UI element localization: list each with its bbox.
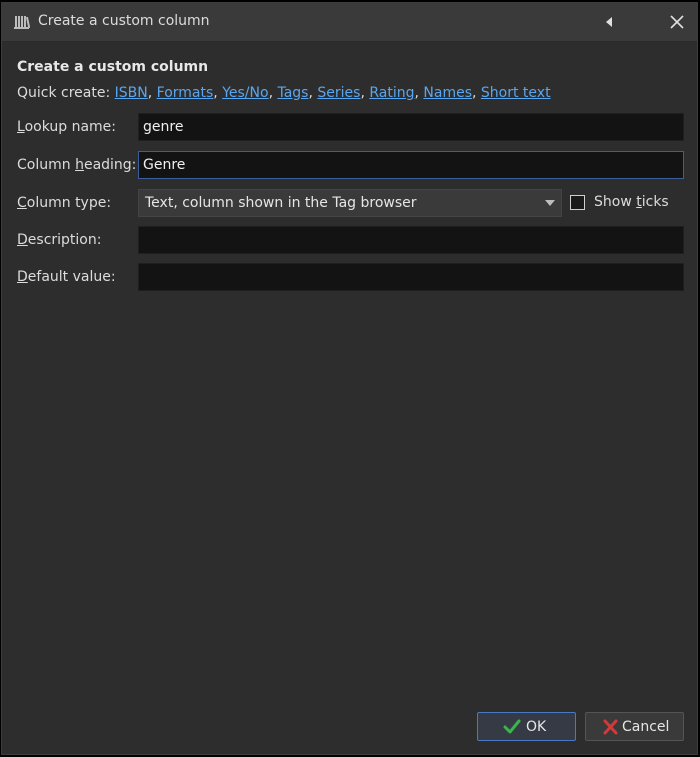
ok-button[interactable]: OK: [477, 712, 576, 741]
column-type-value: Text, column shown in the Tag browser: [145, 195, 417, 211]
quick-create-row: Quick create: ISBN, Formats, Yes/No, Tag…: [17, 85, 551, 101]
dialog-content: Create a custom column Quick create: ISB…: [2, 42, 697, 754]
chevron-down-icon: [545, 200, 555, 206]
quick-create-yes-no-link[interactable]: Yes/No: [222, 85, 268, 101]
quick-create-label: Quick create:: [17, 85, 111, 101]
column-type-label: Column type:: [17, 195, 112, 211]
close-icon[interactable]: [665, 10, 689, 34]
section-heading: Create a custom column: [17, 59, 209, 75]
window-title: Create a custom column: [38, 13, 210, 29]
library-icon: [14, 14, 31, 30]
column-type-select[interactable]: Text, column shown in the Tag browser: [138, 189, 562, 217]
quick-create-isbn-link[interactable]: ISBN: [115, 85, 148, 101]
default-value-label: Default value:: [17, 269, 116, 285]
checkmark-icon: [503, 719, 521, 735]
ok-label: OK: [526, 719, 547, 735]
quick-create-rating-link[interactable]: Rating: [369, 85, 414, 101]
checkbox-box[interactable]: [570, 195, 585, 210]
default-value-input[interactable]: [138, 263, 684, 291]
dialog-window: Create a custom column Create a custom c…: [1, 2, 698, 755]
column-heading-label: Column heading:: [17, 157, 137, 173]
description-input[interactable]: [138, 226, 684, 254]
cancel-label: Cancel: [622, 719, 670, 735]
quick-create-series-link[interactable]: Series: [317, 85, 360, 101]
title-bar[interactable]: Create a custom column: [2, 3, 697, 42]
quick-create-formats-link[interactable]: Formats: [157, 85, 214, 101]
cancel-button[interactable]: Cancel: [585, 712, 684, 741]
quick-create-tags-link[interactable]: Tags: [277, 85, 308, 101]
lookup-name-label: Lookup name:: [17, 119, 116, 135]
cancel-x-icon: [602, 719, 620, 735]
column-heading-input[interactable]: [138, 151, 684, 179]
lookup-name-input[interactable]: [138, 113, 684, 141]
quick-create-names-link[interactable]: Names: [423, 85, 472, 101]
description-label: Description:: [17, 232, 102, 248]
quick-create-short-text-link[interactable]: Short text: [481, 85, 551, 101]
collapse-icon[interactable]: [598, 10, 622, 34]
show-ticks-label: Show ticks: [594, 194, 669, 210]
